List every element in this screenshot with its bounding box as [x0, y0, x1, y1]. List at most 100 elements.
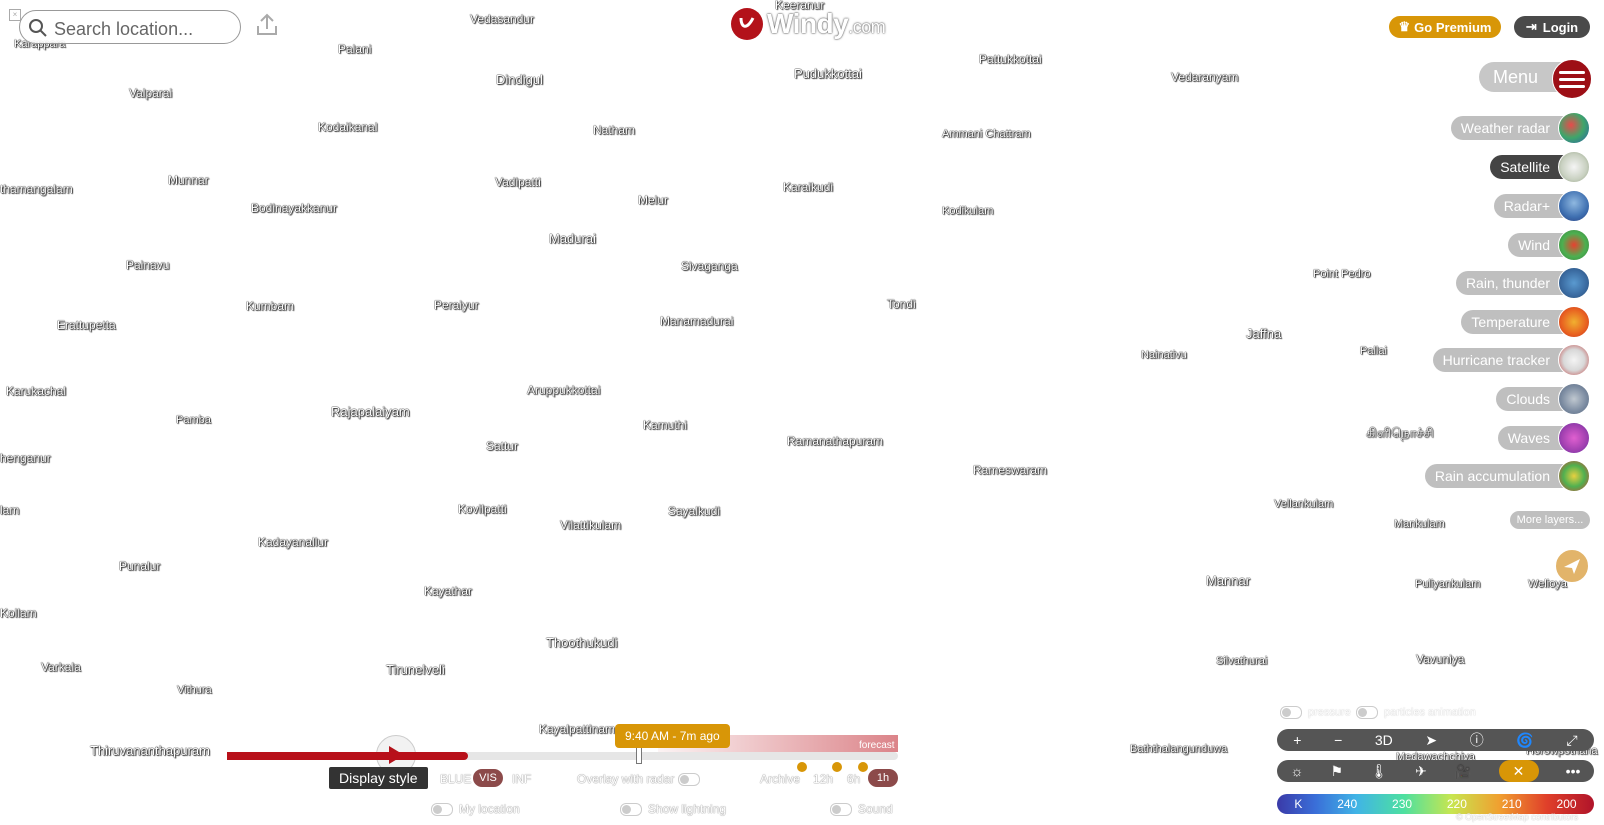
- toggle-switch[interactable]: [830, 803, 852, 817]
- toggle-switch[interactable]: [677, 773, 700, 787]
- sound-toggle[interactable]: Sound: [830, 802, 893, 817]
- toggle-switch[interactable]: [1280, 706, 1302, 719]
- particles-label: particles animation: [1384, 706, 1476, 719]
- timeline-track[interactable]: [431, 752, 898, 760]
- city-label: Peraiyur: [434, 298, 479, 312]
- city-label: Madurai: [549, 231, 596, 246]
- interval-6h[interactable]: 6h: [847, 772, 860, 786]
- temperature-icon: [1558, 306, 1590, 338]
- city-label: Valparai: [129, 86, 173, 100]
- zoom-in-icon[interactable]: +: [1293, 732, 1301, 748]
- more-layers-label: More layers...: [1516, 514, 1584, 526]
- legend-value: 210: [1501, 797, 1522, 811]
- layer-rain-thunder[interactable]: Rain, thunder: [1455, 267, 1590, 299]
- attribution[interactable]: © OpenStreetMap contributors: [1456, 812, 1578, 822]
- overlay-radar-toggle[interactable]: Overlay with radar: [577, 772, 706, 787]
- waves-icon: [1558, 422, 1590, 454]
- layer-waves[interactable]: Waves: [1497, 422, 1590, 454]
- city-label: Bodinayakkanur: [251, 201, 338, 215]
- toggle-switch[interactable]: [431, 803, 453, 817]
- pressure-label: pressure: [1308, 706, 1351, 719]
- fullscreen-icon[interactable]: ⤢: [1566, 732, 1577, 749]
- color-legend[interactable]: K 240 230 220 210 200: [1277, 794, 1594, 814]
- toggle-switch[interactable]: [620, 803, 642, 817]
- satellite-icon: [1558, 151, 1590, 183]
- city-label: Thiruvananthapuram: [90, 743, 210, 758]
- city-label: Vithura: [177, 684, 212, 696]
- wind-icon: [1558, 229, 1590, 261]
- city-label: Rameswaram: [973, 463, 1048, 477]
- 3d-button[interactable]: 3D: [1375, 732, 1393, 748]
- interval-1h-label: 1h: [876, 772, 890, 784]
- more-layers-button[interactable]: More layers...: [1510, 511, 1590, 529]
- city-label: Sattur: [486, 439, 519, 453]
- layer-satellite[interactable]: Satellite: [1490, 151, 1590, 183]
- login-button[interactable]: ⇥ Login: [1514, 16, 1590, 38]
- city-label: Vellankulam: [1274, 498, 1334, 510]
- rain-accumulation-icon: [1558, 460, 1590, 492]
- go-premium-button[interactable]: ♛ Go Premium: [1389, 16, 1501, 38]
- layer-wind[interactable]: Wind: [1508, 229, 1590, 261]
- band-inf[interactable]: INF: [512, 772, 531, 786]
- time-label: 9:40 AM - 7m ago: [625, 729, 720, 743]
- go-premium-label: Go Premium: [1414, 19, 1492, 35]
- my-location-label: My location: [459, 802, 520, 816]
- airplane-icon[interactable]: [1555, 549, 1589, 583]
- layer-rain-accumulation[interactable]: Rain accumulation: [1424, 460, 1590, 492]
- city-label: Manamadurai: [660, 314, 734, 328]
- layer-temperature[interactable]: Temperature: [1461, 306, 1590, 338]
- share-icon[interactable]: [254, 12, 280, 38]
- legend-unit: K: [1294, 797, 1303, 811]
- locate-icon[interactable]: ➤: [1425, 732, 1437, 749]
- city-label: Kayalpattinam: [539, 722, 616, 736]
- info-icon[interactable]: ⓘ: [1470, 730, 1484, 750]
- timeline-handle[interactable]: [636, 746, 642, 764]
- hurricane-icon[interactable]: 🌀: [1516, 732, 1533, 749]
- city-label: Munnar: [168, 173, 209, 187]
- layer-radar-plus[interactable]: Radar+: [1493, 190, 1590, 222]
- search-input[interactable]: [52, 17, 236, 41]
- toggle-switch[interactable]: [1356, 706, 1378, 719]
- webcam-icon[interactable]: 🎥: [1454, 763, 1471, 780]
- tools-toolbar: ☼ ⚑ 🌡 ✈ 🎥 ✕ •••: [1277, 760, 1594, 782]
- hamburger-menu-icon[interactable]: [1552, 59, 1592, 99]
- weather-radar-icon: [1558, 112, 1590, 144]
- airplane-icon[interactable]: ✈: [1415, 763, 1427, 780]
- windy-logo[interactable]: Windy.com: [731, 8, 886, 40]
- flag-icon[interactable]: ⚑: [1331, 763, 1344, 780]
- archive-link[interactable]: Archive: [760, 772, 800, 786]
- thermometer-icon[interactable]: 🌡: [1370, 763, 1388, 780]
- city-label: Nainativu: [1141, 349, 1187, 361]
- map-toolbar: + − 3D ➤ ⓘ 🌀 ⤢: [1277, 729, 1594, 751]
- premium-crown-icon: [858, 762, 868, 772]
- interval-12h[interactable]: 12h: [813, 772, 833, 786]
- city-label: Dindigul: [496, 72, 543, 87]
- my-location-toggle[interactable]: My location: [431, 802, 520, 817]
- search-box[interactable]: [19, 10, 241, 44]
- clouds-icon: [1558, 383, 1590, 415]
- city-label: thamangalam: [0, 182, 73, 196]
- layer-weather-radar[interactable]: Weather radar: [1450, 112, 1590, 144]
- band-vis-label: VIS: [479, 772, 497, 784]
- city-label: Vedasandur: [470, 12, 535, 26]
- show-lightning-toggle[interactable]: Show lightning: [620, 802, 727, 817]
- show-lightning-label: Show lightning: [648, 802, 727, 816]
- zoom-out-icon[interactable]: −: [1334, 732, 1342, 748]
- particles-toggle[interactable]: particles animation: [1356, 706, 1476, 719]
- more-icon[interactable]: •••: [1566, 763, 1581, 779]
- city-label: Punalur: [119, 559, 161, 573]
- layer-hurricane-tracker[interactable]: Hurricane tracker: [1432, 344, 1590, 376]
- close-icon[interactable]: ×: [9, 9, 21, 21]
- search-icon: [29, 19, 47, 37]
- close-icon[interactable]: ✕: [1498, 760, 1539, 782]
- interval-1h[interactable]: 1h: [868, 769, 898, 787]
- layer-clouds[interactable]: Clouds: [1496, 383, 1590, 415]
- band-vis[interactable]: VIS: [473, 769, 503, 787]
- city-label: Jaffna: [1246, 326, 1282, 341]
- city-label: Ammani Chattram: [942, 128, 1031, 140]
- map-canvas[interactable]: Keeranur Vedasandur Karappara Palani Din…: [0, 0, 1604, 825]
- weather-icon[interactable]: ☼: [1291, 763, 1304, 779]
- pressure-toggle[interactable]: pressure: [1280, 706, 1351, 719]
- city-label: Pattukkottai: [979, 52, 1042, 66]
- band-blue[interactable]: BLUE: [440, 772, 471, 786]
